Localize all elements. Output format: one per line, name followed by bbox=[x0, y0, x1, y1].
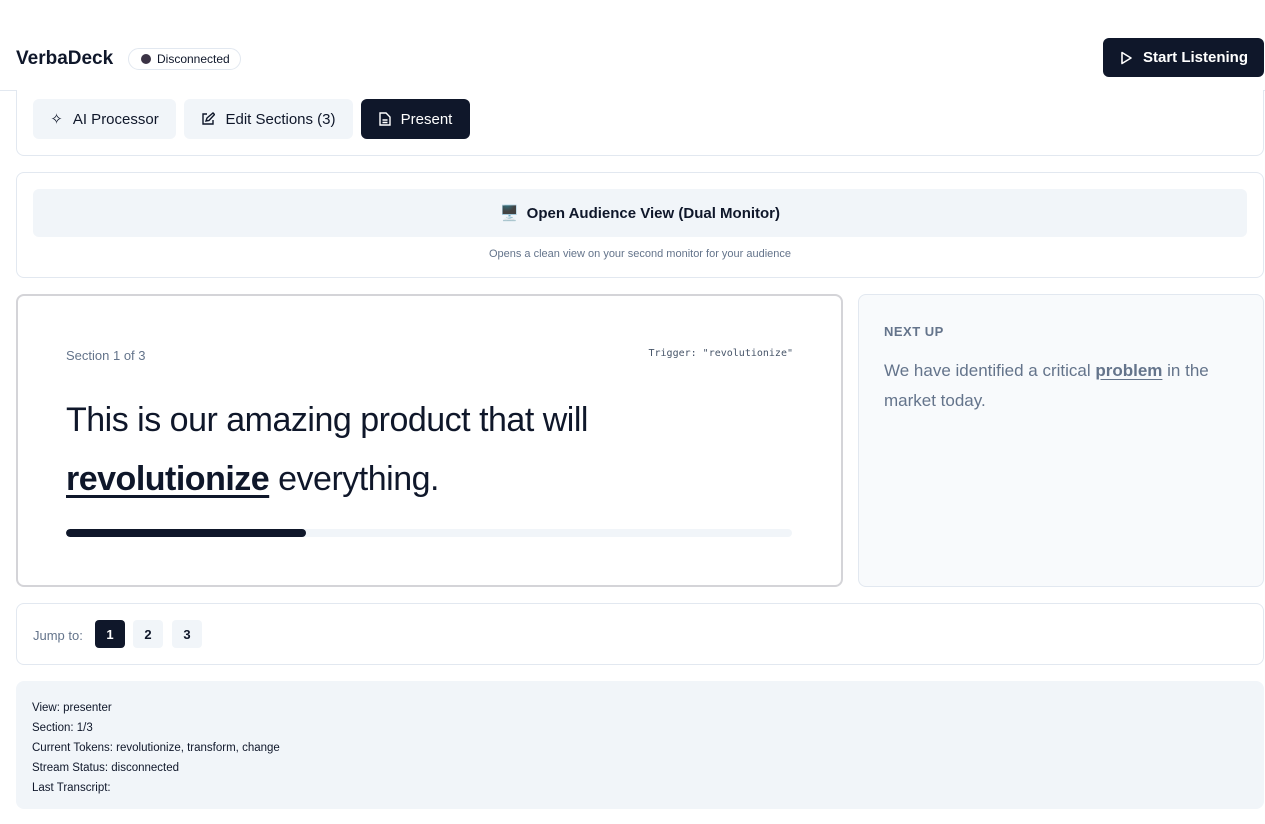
next-up-heading: NEXT UP bbox=[884, 324, 944, 339]
brand-title: VerbaDeck bbox=[16, 48, 114, 69]
audience-view-panel: 🖥️ Open Audience View (Dual Monitor) Open… bbox=[16, 172, 1264, 278]
tab-label: AI Processor bbox=[72, 110, 159, 128]
mode-tabs: ✧ AI Processor Edit Sections (3) Present bbox=[16, 90, 1264, 156]
tab-label: Edit Sections (3) bbox=[225, 110, 336, 128]
trigger-word: Trigger: "revolutionize" bbox=[648, 348, 794, 359]
document-icon bbox=[378, 112, 391, 126]
debug-last-transcript: Last Transcript: bbox=[32, 782, 111, 794]
jump-page-2[interactable]: 2 bbox=[133, 620, 163, 648]
status-text: Disconnected bbox=[157, 52, 230, 66]
status-dot-icon bbox=[141, 54, 151, 64]
text-before: We have identified a critical bbox=[884, 361, 1096, 380]
start-listening-label: Start Listening bbox=[1142, 49, 1248, 66]
section-counter: Section 1 of 3 bbox=[66, 348, 146, 363]
keyword: problem bbox=[1095, 361, 1163, 380]
monitor-icon: 🖥️ bbox=[499, 205, 519, 222]
debug-panel: View: presenter Section: 1/3 Current Tok… bbox=[16, 681, 1264, 809]
current-section-card: Section 1 of 3 Trigger: "revolutionize" … bbox=[16, 294, 843, 587]
tab-edit-sections[interactable]: Edit Sections (3) bbox=[184, 99, 353, 139]
open-audience-view-button[interactable]: 🖥️ Open Audience View (Dual Monitor) bbox=[33, 189, 1247, 237]
tab-present[interactable]: Present bbox=[361, 99, 470, 139]
play-icon bbox=[1121, 51, 1132, 64]
tab-label: Present bbox=[400, 110, 453, 128]
section-progress-bar bbox=[66, 529, 792, 537]
audience-button-label: Open Audience View (Dual Monitor) bbox=[526, 204, 781, 222]
keyword: revolutionize bbox=[66, 460, 270, 498]
jump-to-bar: Jump to: 1 2 3 bbox=[16, 603, 1264, 665]
progress-fill bbox=[66, 529, 306, 537]
text-after: everything. bbox=[269, 460, 439, 498]
connection-status-badge: Disconnected bbox=[128, 48, 241, 70]
sparkles-icon: ✧ bbox=[50, 111, 63, 128]
text-before: This is our amazing product that will bbox=[66, 401, 588, 439]
jump-label: Jump to: bbox=[33, 628, 83, 643]
jump-page-1[interactable]: 1 bbox=[95, 620, 125, 648]
start-listening-button[interactable]: Start Listening bbox=[1103, 38, 1264, 77]
section-text: This is our amazing product that will re… bbox=[66, 391, 766, 509]
tab-ai-processor[interactable]: ✧ AI Processor bbox=[33, 99, 176, 139]
debug-view: View: presenter bbox=[32, 702, 112, 714]
app-header: VerbaDeck Disconnected Start Listening bbox=[0, 0, 1265, 91]
jump-page-3[interactable]: 3 bbox=[172, 620, 202, 648]
debug-tokens: Current Tokens: revolutionize, transform… bbox=[32, 742, 280, 754]
debug-stream-status: Stream Status: disconnected bbox=[32, 762, 180, 774]
debug-section: Section: 1/3 bbox=[32, 722, 93, 734]
edit-icon bbox=[202, 112, 216, 125]
next-up-text: We have identified a critical problem in… bbox=[884, 356, 1244, 416]
next-up-card: NEXT UP We have identified a critical pr… bbox=[858, 294, 1264, 587]
audience-note: Opens a clean view on your second monito… bbox=[488, 248, 792, 260]
